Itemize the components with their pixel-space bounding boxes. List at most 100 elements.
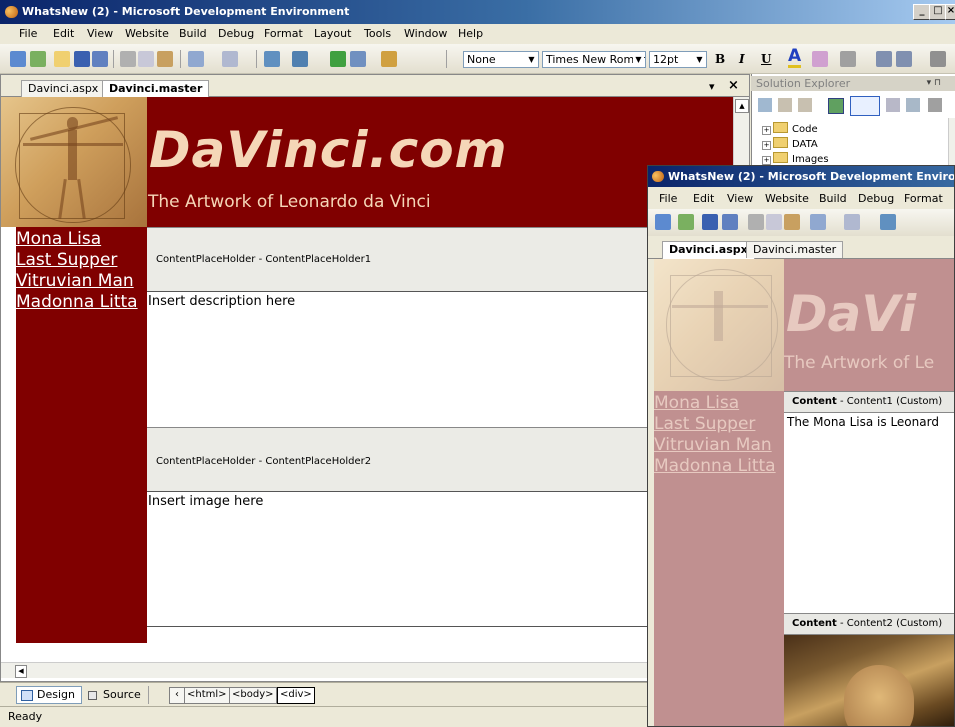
breadcrumb-body[interactable]: <body> bbox=[229, 687, 277, 704]
source-view-button[interactable]: Source bbox=[82, 686, 148, 704]
menu-help[interactable]: Help bbox=[458, 27, 483, 40]
underline-button[interactable]: U bbox=[761, 52, 771, 66]
solution-scrollbar[interactable] bbox=[948, 118, 955, 172]
cut-icon[interactable] bbox=[120, 51, 136, 67]
expand-icon[interactable]: + bbox=[762, 156, 771, 165]
undo-icon[interactable] bbox=[188, 51, 204, 67]
copy-icon[interactable] bbox=[138, 51, 154, 67]
find-icon[interactable] bbox=[350, 51, 366, 67]
folder-icon bbox=[773, 122, 788, 133]
show-all-files-icon[interactable] bbox=[778, 98, 792, 112]
content-1-label[interactable]: Content - Content1 (Custom) bbox=[784, 391, 954, 413]
copy-website-icon[interactable] bbox=[886, 98, 900, 112]
add-item-icon[interactable] bbox=[678, 214, 694, 230]
solution-explorer-icon[interactable] bbox=[381, 51, 397, 67]
nav-link-vitruvian-man[interactable]: Vitruvian Man bbox=[16, 271, 138, 292]
paste-icon[interactable] bbox=[157, 51, 173, 67]
menu-file[interactable]: File bbox=[659, 192, 677, 205]
menu-layout[interactable]: Layout bbox=[314, 27, 351, 40]
menu-view[interactable]: View bbox=[87, 27, 113, 40]
start-debug-icon[interactable] bbox=[330, 51, 346, 67]
refresh-icon[interactable] bbox=[798, 98, 812, 112]
menu-edit[interactable]: Edit bbox=[693, 192, 714, 205]
menu-website[interactable]: Website bbox=[125, 27, 169, 40]
navigate-icon[interactable] bbox=[880, 214, 896, 230]
italic-button[interactable]: I bbox=[739, 52, 745, 66]
menu-debug[interactable]: Debug bbox=[858, 192, 894, 205]
breadcrumb-html[interactable]: <html> bbox=[184, 687, 230, 704]
nav-link-mona-lisa[interactable]: Mona Lisa bbox=[16, 229, 138, 250]
highlight-icon[interactable] bbox=[812, 51, 828, 67]
navigate-forward-icon[interactable] bbox=[292, 51, 308, 67]
font-color-button[interactable]: A bbox=[788, 48, 802, 68]
new-project-icon[interactable] bbox=[10, 51, 26, 67]
menu-window[interactable]: Window bbox=[404, 27, 447, 40]
tab-davinci-aspx[interactable]: Davinci.aspx bbox=[662, 241, 755, 259]
properties-icon[interactable] bbox=[758, 98, 772, 112]
expand-icon[interactable]: + bbox=[762, 126, 771, 135]
content-2-label[interactable]: Content - Content2 (Custom) bbox=[784, 613, 954, 635]
nav-link-vitruvian-man[interactable]: Vitruvian Man bbox=[654, 435, 776, 456]
bullet-list-icon[interactable] bbox=[876, 51, 892, 67]
paste-icon[interactable] bbox=[784, 214, 800, 230]
pin-icon[interactable]: ▾ ⊓ bbox=[927, 76, 941, 91]
pin-icon[interactable]: ▾ bbox=[709, 80, 715, 93]
nav-link-last-supper[interactable]: Last Supper bbox=[654, 414, 776, 435]
undo-icon[interactable] bbox=[810, 214, 826, 230]
breadcrumb-back-icon[interactable]: ‹ bbox=[169, 687, 185, 704]
breadcrumb-div[interactable]: <div> bbox=[277, 687, 315, 704]
align-icon[interactable] bbox=[840, 51, 856, 67]
expand-icon[interactable]: + bbox=[762, 141, 771, 150]
tab-davinci-master[interactable]: Davinci.master bbox=[102, 80, 210, 98]
redo-icon[interactable] bbox=[222, 51, 238, 67]
tree-item-code[interactable]: + Code bbox=[762, 122, 818, 136]
second-ide-window[interactable]: WhatsNew (2) - Microsoft Development Env… bbox=[647, 165, 955, 727]
horizontal-scrollbar[interactable]: ◀ bbox=[1, 662, 749, 678]
menu-view[interactable]: View bbox=[727, 192, 753, 205]
numbered-list-icon[interactable] bbox=[896, 51, 912, 67]
navigate-backward-icon[interactable] bbox=[264, 51, 280, 67]
font-size-select[interactable]: 12pt ▼ bbox=[649, 51, 707, 68]
menu-build[interactable]: Build bbox=[179, 27, 207, 40]
new-project-icon[interactable] bbox=[655, 214, 671, 230]
config-icon[interactable] bbox=[928, 98, 942, 112]
scroll-left-icon[interactable]: ◀ bbox=[15, 665, 27, 678]
nav-link-mona-lisa[interactable]: Mona Lisa bbox=[654, 393, 776, 414]
menu-edit[interactable]: Edit bbox=[53, 27, 74, 40]
nav-link-last-supper[interactable]: Last Supper bbox=[16, 250, 138, 271]
save-all-icon[interactable] bbox=[722, 214, 738, 230]
add-item-icon[interactable] bbox=[30, 51, 46, 67]
tree-item-data[interactable]: + DATA bbox=[762, 137, 818, 151]
menu-file[interactable]: File bbox=[19, 27, 37, 40]
view-code-icon[interactable] bbox=[850, 96, 880, 116]
menu-tools[interactable]: Tools bbox=[364, 27, 391, 40]
indent-icon[interactable] bbox=[930, 51, 946, 67]
close-button[interactable]: × bbox=[945, 4, 955, 20]
redo-icon[interactable] bbox=[844, 214, 860, 230]
tab-davinci-master[interactable]: Davinci.master bbox=[746, 241, 844, 258]
copy-icon[interactable] bbox=[766, 214, 782, 230]
cut-icon[interactable] bbox=[748, 214, 764, 230]
content-1-area[interactable]: The Mona Lisa is Leonard bbox=[784, 413, 954, 613]
font-name-select[interactable]: Times New Roman ▼ bbox=[542, 51, 646, 68]
menu-build[interactable]: Build bbox=[819, 192, 847, 205]
scroll-up-icon[interactable]: ▲ bbox=[735, 99, 749, 113]
nav-link-madonna-litta[interactable]: Madonna Litta bbox=[654, 456, 776, 477]
close-document-icon[interactable]: × bbox=[728, 78, 739, 93]
nest-related-icon[interactable] bbox=[906, 98, 920, 112]
view-designer-icon[interactable] bbox=[828, 98, 844, 114]
save-icon[interactable] bbox=[74, 51, 90, 67]
tab-davinci-aspx[interactable]: Davinci.aspx bbox=[21, 80, 106, 97]
block-format-select[interactable]: None ▼ bbox=[463, 51, 539, 68]
save-all-icon[interactable] bbox=[92, 51, 108, 67]
save-icon[interactable] bbox=[702, 214, 718, 230]
nav-link-madonna-litta[interactable]: Madonna Litta bbox=[16, 292, 138, 313]
menu-debug[interactable]: Debug bbox=[218, 27, 254, 40]
design-view-button[interactable]: Design bbox=[16, 686, 82, 704]
menu-format[interactable]: Format bbox=[264, 27, 303, 40]
open-file-icon[interactable] bbox=[54, 51, 70, 67]
menu-format[interactable]: Format bbox=[904, 192, 943, 205]
tree-item-images[interactable]: + Images bbox=[762, 152, 829, 166]
menu-website[interactable]: Website bbox=[765, 192, 809, 205]
bold-button[interactable]: B bbox=[715, 52, 725, 66]
